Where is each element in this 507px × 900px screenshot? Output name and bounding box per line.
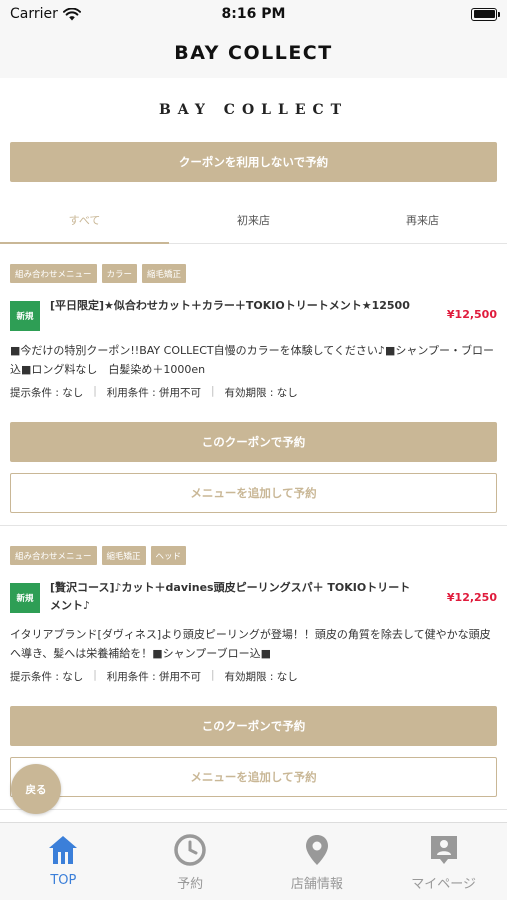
nav-header: BAY COLLECT (0, 28, 507, 78)
tabbar-label: 店舗情報 (290, 877, 343, 892)
tabbar-item-mypage[interactable]: マイページ (380, 823, 507, 900)
reserve-without-coupon-button[interactable]: クーポンを利用しないで予約 (10, 142, 497, 182)
coupon-filter-tabs: すべて 初来店 再来店 (0, 196, 507, 244)
add-menu-reserve-button[interactable]: メニューを追加して予約 (10, 757, 497, 797)
tabbar-label: マイページ (411, 877, 476, 892)
clock-icon (174, 834, 206, 866)
coupon-title: [平日限定]★似合わせカット＋カラー＋TOKIOトリートメント★12500 (50, 299, 410, 312)
location-pin-icon (305, 835, 328, 865)
coupon-tag: 縮毛矯正 (142, 264, 187, 283)
home-icon (49, 836, 78, 864)
tabbar-item-top[interactable]: TOP (0, 823, 127, 900)
brand-logo: BAY COLLECT (158, 102, 349, 118)
coupon-tags: 組み合わせメニュー カラー 縮毛矯正 (0, 264, 507, 283)
condition-expiry: 有効期限 : なし (224, 387, 298, 399)
divider: | (93, 385, 97, 397)
coupon-card: 組み合わせメニュー 縮毛矯正 ヘッド 新規 [贅沢コース]♪カット＋davine… (0, 526, 507, 810)
tabbar-item-store-info[interactable]: 店舗情報 (254, 823, 381, 900)
coupon-tag: 組み合わせメニュー (10, 264, 97, 283)
add-menu-reserve-button[interactable]: メニューを追加して予約 (10, 473, 497, 513)
status-bar: Carrier 8:16 PM (0, 0, 507, 28)
page-title: BAY COLLECT (174, 42, 333, 64)
new-customer-badge: 新規 (10, 583, 40, 613)
reserve-with-coupon-button[interactable]: このクーポンで予約 (10, 706, 497, 746)
tabbar-label: TOP (50, 873, 77, 888)
divider: | (93, 669, 97, 681)
coupon-conditions: 提示条件 : なし | 利用条件 : 併用不可 | 有効期限 : なし (0, 669, 507, 684)
condition-presentation: 提示条件 : なし (10, 671, 84, 683)
coupon-tag: ヘッド (150, 546, 187, 565)
wifi-icon (62, 7, 81, 20)
coupon-description: ■今だけの特別クーポン!!BAY COLLECT自慢のカラーを体験してください♪… (10, 344, 495, 376)
coupon-tag: 縮毛矯正 (101, 546, 146, 565)
tab-all[interactable]: すべて (0, 196, 169, 244)
coupon-card: 組み合わせメニュー カラー 縮毛矯正 新規 [平日限定]★似合わせカット＋カラー… (0, 244, 507, 526)
coupon-list-page[interactable]: BAY COLLECT クーポンを利用しないで予約 すべて 初来店 再来店 組み… (0, 78, 507, 822)
tab-first-visit[interactable]: 初来店 (169, 196, 338, 243)
coupon-description: イタリアブランド[ダヴィネス]より頭皮ピーリングが登場！！頭皮の角質を除去して健… (10, 628, 491, 660)
condition-expiry: 有効期限 : なし (224, 671, 298, 683)
tabbar-item-reserve[interactable]: 予約 (127, 823, 254, 900)
tabbar-label: 予約 (177, 877, 204, 892)
coupon-title-row: 新規 [平日限定]★似合わせカット＋カラー＋TOKIOトリートメント★12500… (0, 297, 507, 331)
reserve-with-coupon-button[interactable]: このクーポンで予約 (10, 422, 497, 462)
coupon-tag: カラー (101, 264, 138, 283)
coupon-title-row: 新規 [贅沢コース]♪カット＋davines頭皮ピーリングスパ＋ TOKIOトリ… (0, 579, 507, 615)
battery-icon (471, 7, 500, 21)
condition-usage: 利用条件 : 併用不可 (106, 671, 201, 683)
coupon-title: [贅沢コース]♪カット＋davines頭皮ピーリングスパ＋ TOKIOトリートメ… (50, 581, 411, 612)
divider: | (210, 669, 215, 681)
coupon-price: ¥12,250 (446, 590, 497, 604)
condition-presentation: 提示条件 : なし (10, 387, 84, 399)
condition-usage: 利用条件 : 併用不可 (106, 387, 201, 399)
tab-repeat-visit[interactable]: 再来店 (338, 196, 507, 243)
back-button[interactable]: 戻る (11, 764, 61, 814)
coupon-tags: 組み合わせメニュー 縮毛矯正 ヘッド (0, 546, 507, 565)
divider: | (210, 385, 215, 397)
coupon-tag: 組み合わせメニュー (10, 546, 97, 565)
carrier-indicator: Carrier (10, 6, 81, 22)
coupon-conditions: 提示条件 : なし | 利用条件 : 併用不可 | 有効期限 : なし (0, 385, 507, 400)
bottom-tab-bar: TOP 予約 店舗情報 マイページ (0, 822, 507, 900)
new-customer-badge: 新規 (10, 301, 40, 331)
user-card-icon (430, 836, 457, 864)
carrier-label: Carrier (10, 6, 58, 22)
coupon-price: ¥12,500 (446, 307, 497, 321)
